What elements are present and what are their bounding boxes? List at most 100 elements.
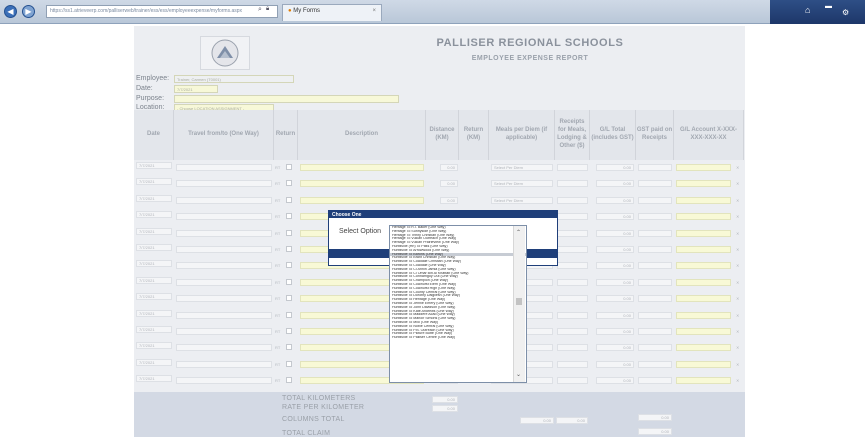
minimize-icon[interactable]: ▬ bbox=[825, 3, 832, 10]
receipts-input[interactable] bbox=[557, 164, 588, 171]
travel-select[interactable] bbox=[176, 312, 272, 319]
date-input[interactable]: 7/7/2021 bbox=[136, 178, 172, 185]
gst-input[interactable] bbox=[638, 328, 672, 335]
gl-account-input[interactable] bbox=[676, 312, 731, 319]
listbox-scrollbar[interactable]: ⌃ ⌄ bbox=[513, 226, 525, 382]
gl-account-input[interactable] bbox=[676, 361, 731, 368]
travel-select[interactable] bbox=[176, 180, 272, 187]
return-checkbox[interactable] bbox=[286, 361, 292, 367]
gl-account-input[interactable] bbox=[676, 295, 731, 302]
gst-input[interactable] bbox=[638, 295, 672, 302]
receipts-input[interactable] bbox=[557, 246, 588, 253]
return-checkbox[interactable] bbox=[286, 279, 292, 285]
gst-input[interactable] bbox=[638, 279, 672, 286]
meals-select[interactable]: Select Per Diem bbox=[491, 197, 553, 204]
travel-select[interactable] bbox=[176, 377, 272, 384]
date-input[interactable]: 7/7/2021 bbox=[136, 375, 172, 382]
travel-select[interactable] bbox=[176, 361, 272, 368]
date-input[interactable]: 7/7/2021 bbox=[136, 211, 172, 218]
travel-select[interactable] bbox=[176, 262, 272, 269]
delete-row-icon[interactable]: ✕ bbox=[736, 181, 739, 186]
delete-row-icon[interactable]: ✕ bbox=[736, 165, 739, 170]
option-listbox[interactable]: Heritage To R.I. Baker (One Way) Heritage… bbox=[389, 225, 527, 383]
gl-account-input[interactable] bbox=[676, 262, 731, 269]
return-checkbox[interactable] bbox=[286, 295, 292, 301]
delete-row-icon[interactable]: ✕ bbox=[736, 378, 739, 383]
gl-account-input[interactable] bbox=[676, 230, 731, 237]
date-input[interactable]: 7/7/2021 bbox=[136, 326, 172, 333]
date-input[interactable]: 7/7/2021 bbox=[136, 162, 172, 169]
delete-row-icon[interactable]: ✕ bbox=[736, 296, 739, 301]
option-item[interactable]: Huntsville To Palliser Centre (One Way) bbox=[390, 336, 526, 340]
gl-account-input[interactable] bbox=[676, 279, 731, 286]
delete-row-icon[interactable]: ✕ bbox=[736, 247, 739, 252]
return-checkbox[interactable] bbox=[286, 197, 292, 203]
gst-input[interactable] bbox=[638, 312, 672, 319]
gl-account-input[interactable] bbox=[676, 180, 731, 187]
description-input[interactable] bbox=[300, 197, 424, 204]
travel-select[interactable] bbox=[176, 164, 272, 171]
travel-select[interactable] bbox=[176, 295, 272, 302]
travel-select[interactable] bbox=[176, 246, 272, 253]
gst-input[interactable] bbox=[638, 164, 672, 171]
gear-icon[interactable]: ⚙ bbox=[842, 8, 849, 17]
receipts-input[interactable] bbox=[557, 377, 588, 384]
receipts-input[interactable] bbox=[557, 262, 588, 269]
gst-input[interactable] bbox=[638, 246, 672, 253]
return-checkbox[interactable] bbox=[286, 328, 292, 334]
date-input[interactable]: 7/7/2021 bbox=[136, 359, 172, 366]
receipts-input[interactable] bbox=[557, 295, 588, 302]
date-field[interactable]: 7/7/2021 bbox=[174, 85, 218, 93]
home-icon[interactable]: ⌂ bbox=[805, 5, 810, 15]
return-checkbox[interactable] bbox=[286, 164, 292, 170]
gst-input[interactable] bbox=[638, 213, 672, 220]
travel-select[interactable] bbox=[176, 279, 272, 286]
meals-select[interactable]: Select Per Diem bbox=[491, 164, 553, 171]
delete-row-icon[interactable]: ✕ bbox=[736, 280, 739, 285]
scroll-up-icon[interactable]: ⌃ bbox=[516, 229, 521, 236]
gl-account-input[interactable] bbox=[676, 377, 731, 384]
close-icon[interactable]: × bbox=[372, 8, 376, 14]
receipts-input[interactable] bbox=[557, 213, 588, 220]
receipts-input[interactable] bbox=[557, 230, 588, 237]
delete-row-icon[interactable]: ✕ bbox=[736, 362, 739, 367]
receipts-input[interactable] bbox=[557, 279, 588, 286]
gst-input[interactable] bbox=[638, 361, 672, 368]
tab-my-forms[interactable]: ● My Forms × bbox=[282, 4, 382, 21]
return-checkbox[interactable] bbox=[286, 213, 292, 219]
travel-select[interactable] bbox=[176, 328, 272, 335]
date-input[interactable]: 7/7/2021 bbox=[136, 310, 172, 317]
gst-input[interactable] bbox=[638, 262, 672, 269]
gl-account-input[interactable] bbox=[676, 213, 731, 220]
search-icon[interactable]: ⌕ bbox=[258, 6, 262, 14]
gl-account-input[interactable] bbox=[676, 164, 731, 171]
delete-row-icon[interactable]: ✕ bbox=[736, 313, 739, 318]
travel-select[interactable] bbox=[176, 197, 272, 204]
description-input[interactable] bbox=[300, 180, 424, 187]
receipts-input[interactable] bbox=[557, 361, 588, 368]
date-input[interactable]: 7/7/2021 bbox=[136, 277, 172, 284]
return-checkbox[interactable] bbox=[286, 180, 292, 186]
gst-input[interactable] bbox=[638, 230, 672, 237]
return-checkbox[interactable] bbox=[286, 246, 292, 252]
gst-input[interactable] bbox=[638, 197, 672, 204]
date-input[interactable]: 7/7/2021 bbox=[136, 195, 172, 202]
date-input[interactable]: 7/7/2021 bbox=[136, 293, 172, 300]
delete-row-icon[interactable]: ✕ bbox=[736, 345, 739, 350]
delete-row-icon[interactable]: ✕ bbox=[736, 231, 739, 236]
purpose-field[interactable] bbox=[174, 95, 399, 103]
meals-select[interactable]: Select Per Diem bbox=[491, 180, 553, 187]
return-checkbox[interactable] bbox=[286, 344, 292, 350]
gl-account-input[interactable] bbox=[676, 328, 731, 335]
travel-select[interactable] bbox=[176, 230, 272, 237]
address-bar[interactable]: https://ss1.atrieveerp.com/palliserweb/t… bbox=[46, 5, 278, 18]
travel-select[interactable] bbox=[176, 213, 272, 220]
date-input[interactable]: 7/7/2021 bbox=[136, 244, 172, 251]
receipts-input[interactable] bbox=[557, 344, 588, 351]
return-checkbox[interactable] bbox=[286, 377, 292, 383]
receipts-input[interactable] bbox=[557, 328, 588, 335]
receipts-input[interactable] bbox=[557, 312, 588, 319]
delete-row-icon[interactable]: ✕ bbox=[736, 198, 739, 203]
delete-row-icon[interactable]: ✕ bbox=[736, 263, 739, 268]
gl-account-input[interactable] bbox=[676, 197, 731, 204]
